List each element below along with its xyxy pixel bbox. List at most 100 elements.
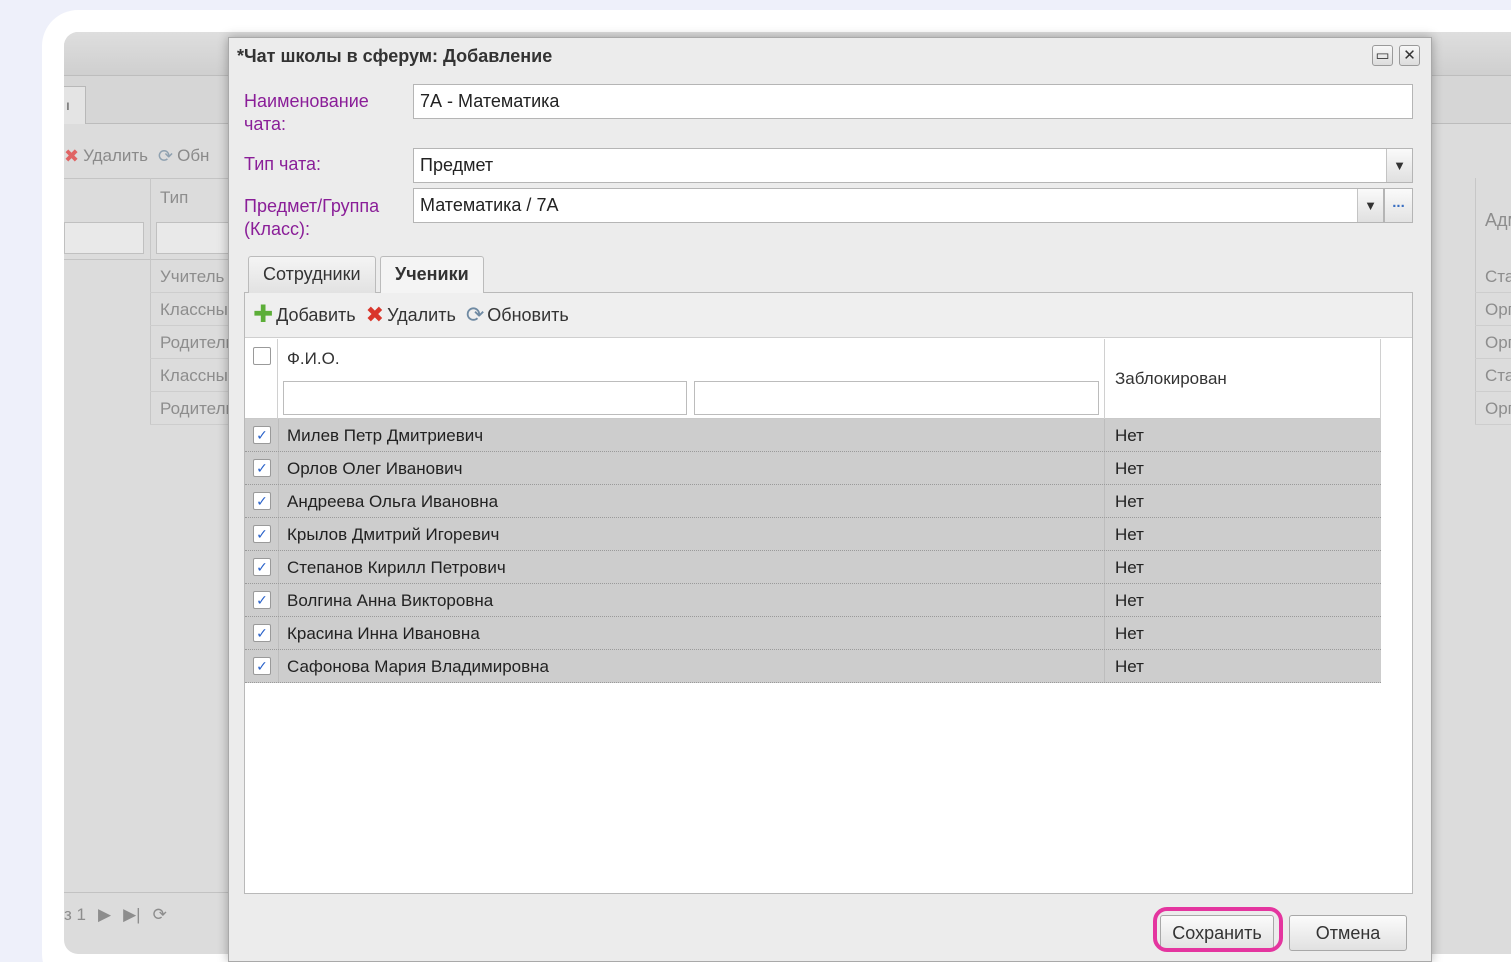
save-button[interactable]: Сохранить	[1160, 915, 1274, 951]
table-row[interactable]: ✓ Крылов Дмитрий Игоревич Нет	[245, 518, 1381, 551]
plus-icon: ✚	[253, 301, 274, 328]
subject-group-select[interactable]: Математика / 7А ▼	[413, 188, 1384, 223]
bg-row[interactable]: Орг	[1475, 392, 1511, 425]
students-panel: ✚ Добавить ✖ Удалить ⟳ Обновить Ф.И.О. З…	[244, 293, 1413, 894]
blocked-value: Нет	[1115, 525, 1144, 544]
close-button[interactable]: ✕	[1399, 45, 1420, 66]
tab-students[interactable]: Ученики	[380, 256, 484, 294]
bg-row[interactable]: Родитель	[150, 392, 240, 425]
student-name: Андреева Ольга Ивановна	[287, 492, 499, 511]
bg-row[interactable]: Ста	[1475, 359, 1511, 392]
more-options-button[interactable]: ...	[1384, 188, 1413, 223]
refresh-button-label: Обновить	[487, 304, 569, 325]
student-name: Красина Инна Ивановна	[287, 624, 480, 643]
grid-header: Ф.И.О. Заблокирован	[245, 339, 1381, 419]
row-checkbox[interactable]: ✓	[253, 426, 271, 444]
fio-filter-input[interactable]	[283, 381, 687, 415]
subject-group-value: Математика / 7А	[420, 195, 559, 215]
tab-staff[interactable]: Сотрудники	[248, 256, 376, 293]
bg-row[interactable]: Учитель	[150, 260, 240, 293]
bg-row[interactable]: Орг	[1475, 293, 1511, 326]
delete-button-label: Удалить	[387, 304, 456, 325]
maximize-button[interactable]: ▭	[1372, 45, 1393, 66]
subject-group-label: Предмет/Группа (Класс):	[244, 196, 380, 239]
column-divider	[1380, 339, 1381, 419]
bg-row[interactable]: Ста	[1475, 260, 1511, 293]
table-row[interactable]: ✓ Волгина Анна Викторовна Нет	[245, 584, 1381, 617]
row-checkbox[interactable]: ✓	[253, 624, 271, 642]
chat-type-value: Предмет	[420, 155, 494, 175]
bg-pager-text: з 1	[64, 904, 86, 924]
close-icon: ✕	[1403, 47, 1416, 64]
row-checkbox[interactable]: ✓	[253, 525, 271, 543]
table-row[interactable]: ✓ Красина Инна Ивановна Нет	[245, 617, 1381, 650]
bg-row[interactable]: Классный	[150, 359, 240, 392]
fio-filter-input-2[interactable]	[694, 381, 1099, 415]
table-row[interactable]: ✓ Степанов Кирилл Петрович Нет	[245, 551, 1381, 584]
student-name: Волгина Анна Викторовна	[287, 591, 494, 610]
add-button-label: Добавить	[276, 304, 356, 325]
student-name: Милев Петр Дмитриевич	[287, 426, 484, 445]
add-chat-dialog: *Чат школы в сферум: Добавление ▭ ✕ Наим…	[228, 37, 1432, 962]
student-name: Крылов Дмитрий Игоревич	[287, 525, 500, 544]
delete-button[interactable]: ✖ Удалить	[365, 302, 456, 327]
student-name: Сафонова Мария Владимировна	[287, 657, 550, 676]
row-checkbox[interactable]: ✓	[253, 591, 271, 609]
bg-type-rows: Учитель Классный Родитель Классный Родит…	[150, 260, 240, 425]
bg-delete-button[interactable]: Удалить	[83, 146, 148, 166]
table-row[interactable]: ✓ Андреева Ольга Ивановна Нет	[245, 485, 1381, 518]
chevron-down-icon[interactable]: ▼	[1386, 149, 1412, 182]
bg-toolbar: ✖ Удалить ⟳ Обн	[64, 138, 234, 174]
row-checkbox[interactable]: ✓	[253, 558, 271, 576]
refresh-icon: ⟳	[158, 145, 174, 166]
bg-refresh-button[interactable]: Обн	[177, 146, 209, 166]
row-checkbox[interactable]: ✓	[253, 492, 271, 510]
bg-filter-input[interactable]	[64, 222, 144, 254]
blocked-value: Нет	[1115, 558, 1144, 577]
student-name: Степанов Кирилл Петрович	[287, 558, 506, 577]
refresh-icon: ⟳	[465, 302, 485, 327]
blocked-value: Нет	[1115, 591, 1144, 610]
delete-icon: ✖	[64, 145, 80, 166]
bg-filter-input-type[interactable]	[156, 222, 236, 254]
row-checkbox[interactable]: ✓	[253, 657, 271, 675]
blocked-value: Нет	[1115, 657, 1144, 676]
blocked-value: Нет	[1115, 492, 1144, 511]
chat-type-label: Тип чата:	[244, 154, 322, 174]
blocked-column-header[interactable]: Заблокирован	[1115, 369, 1227, 389]
bg-row[interactable]: Классный	[150, 293, 240, 326]
tab-bar: Сотрудники Ученики	[244, 253, 1413, 294]
delete-icon: ✖	[365, 302, 385, 327]
bg-pager: з 1 ▶ ▶| ⟳	[64, 892, 234, 936]
last-page-icon[interactable]: ▶|	[123, 905, 141, 925]
chat-type-select[interactable]: Предмет ▼	[413, 148, 1413, 183]
row-checkbox[interactable]: ✓	[253, 459, 271, 477]
bg-tab[interactable]: ı	[64, 86, 86, 124]
add-button[interactable]: ✚ Добавить	[253, 301, 356, 328]
fio-column-header[interactable]: Ф.И.О.	[287, 349, 340, 369]
select-all-cell	[245, 339, 278, 419]
cancel-button[interactable]: Отмена	[1289, 915, 1407, 951]
bg-right-rows: Ста Орг Орг Ста Орг	[1475, 260, 1511, 425]
bg-column-type-header: Тип	[160, 188, 189, 207]
bg-column-right-header: Адм	[1485, 210, 1511, 230]
blocked-value: Нет	[1115, 426, 1144, 445]
refresh-button[interactable]: ⟳ Обновить	[465, 302, 569, 327]
table-row[interactable]: ✓ Милев Петр Дмитриевич Нет	[245, 419, 1381, 452]
bg-row[interactable]: Родитель	[150, 326, 240, 359]
bg-row[interactable]: Орг	[1475, 326, 1511, 359]
column-divider	[1104, 339, 1105, 419]
chat-name-label: Наименование чата:	[244, 91, 369, 134]
refresh-icon[interactable]: ⟳	[153, 905, 167, 925]
maximize-icon: ▭	[1375, 47, 1390, 64]
chat-name-input[interactable]: 7А - Математика	[413, 84, 1413, 119]
table-row[interactable]: ✓ Сафонова Мария Владимировна Нет	[245, 650, 1381, 683]
chevron-down-icon[interactable]: ▼	[1357, 189, 1383, 222]
select-all-checkbox[interactable]	[253, 347, 271, 365]
dialog-title: *Чат школы в сферум: Добавление	[237, 46, 553, 66]
blocked-value: Нет	[1115, 459, 1144, 478]
next-page-icon[interactable]: ▶	[98, 905, 111, 925]
students-list: ✓ Милев Петр Дмитриевич Нет ✓ Орлов Олег…	[245, 419, 1381, 683]
blocked-value: Нет	[1115, 624, 1144, 643]
table-row[interactable]: ✓ Орлов Олег Иванович Нет	[245, 452, 1381, 485]
